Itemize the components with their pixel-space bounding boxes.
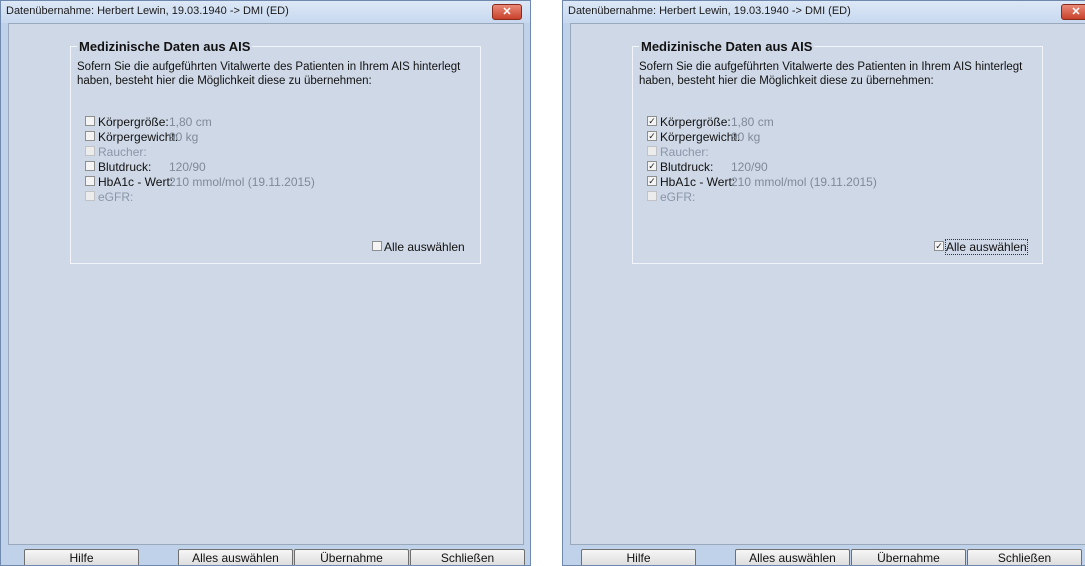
group-description: Sofern Sie die aufgeführten Vitalwerte d… — [77, 61, 461, 87]
smoker-label: Raucher: — [660, 145, 709, 159]
hba1c-checkbox[interactable] — [85, 176, 95, 186]
close-button[interactable]: Schließen — [410, 549, 525, 565]
blood-pressure-label: Blutdruck: — [98, 160, 152, 174]
egfr-checkbox — [647, 191, 657, 201]
blood-pressure-label: Blutdruck: — [660, 160, 714, 174]
select-all-checkbox[interactable] — [372, 241, 382, 251]
height-value: 1,80 cm — [731, 115, 774, 129]
title-bar[interactable]: Datenübernahme: Herbert Lewin, 19.03.194… — [563, 1, 1085, 23]
blood-pressure-value: 120/90 — [731, 160, 768, 174]
height-label: Körpergröße: — [660, 115, 731, 129]
weight-label: Körpergewicht: — [660, 130, 741, 144]
egfr-label: eGFR: — [98, 190, 134, 204]
select-all-option[interactable]: ✓ Alle auswählen — [934, 239, 1032, 255]
help-button[interactable]: Hilfe — [581, 549, 696, 565]
hba1c-label: HbA1c - Wert: — [660, 175, 736, 189]
blood-pressure-checkbox[interactable] — [85, 161, 95, 171]
blood-pressure-checkbox[interactable]: ✓ — [647, 161, 657, 171]
weight-checkbox[interactable] — [85, 131, 95, 141]
smoker-checkbox — [85, 146, 95, 156]
button-bar: Hilfe Alles auswählen Übernahme Schließe… — [563, 547, 1085, 565]
button-bar: Hilfe Alles auswählen Übernahme Schließe… — [1, 547, 530, 565]
group-title: Medizinische Daten aus AIS — [639, 39, 815, 54]
weight-value: 90 kg — [169, 130, 199, 144]
height-value: 1,80 cm — [169, 115, 212, 129]
apply-button[interactable]: Übernahme — [851, 549, 966, 565]
select-all-option[interactable]: Alle auswählen — [372, 240, 470, 254]
weight-label: Körpergewicht: — [98, 130, 179, 144]
egfr-label: eGFR: — [660, 190, 696, 204]
close-button[interactable]: Schließen — [967, 549, 1082, 565]
hba1c-label: HbA1c - Wert: — [98, 175, 174, 189]
hba1c-value: 210 mmol/mol (19.11.2015) — [731, 175, 877, 189]
title-bar[interactable]: Datenübernahme: Herbert Lewin, 19.03.194… — [1, 1, 530, 23]
height-checkbox[interactable] — [85, 116, 95, 126]
height-label: Körpergröße: — [98, 115, 169, 129]
select-all-button[interactable]: Alles auswählen — [735, 549, 850, 565]
medical-data-group: Medizinische Daten aus AIS Sofern Sie di… — [70, 39, 481, 264]
help-button[interactable]: Hilfe — [24, 549, 139, 565]
weight-checkbox[interactable]: ✓ — [647, 131, 657, 141]
window-title: Datenübernahme: Herbert Lewin, 19.03.194… — [568, 5, 851, 17]
height-checkbox[interactable]: ✓ — [647, 116, 657, 126]
medical-data-group: Medizinische Daten aus AIS Sofern Sie di… — [632, 39, 1043, 264]
dialog-window-checked: Datenübernahme: Herbert Lewin, 19.03.194… — [562, 0, 1085, 566]
egfr-checkbox — [85, 191, 95, 201]
apply-button[interactable]: Übernahme — [294, 549, 409, 565]
select-all-label: Alle auswählen — [384, 240, 465, 254]
weight-value: 90 kg — [731, 130, 761, 144]
select-all-label: Alle auswählen — [945, 239, 1028, 255]
group-description: Sofern Sie die aufgeführten Vitalwerte d… — [639, 61, 1023, 87]
smoker-checkbox — [647, 146, 657, 156]
dialog-window-unchecked: Datenübernahme: Herbert Lewin, 19.03.194… — [0, 0, 531, 566]
window-title: Datenübernahme: Herbert Lewin, 19.03.194… — [6, 5, 289, 17]
hba1c-checkbox[interactable]: ✓ — [647, 176, 657, 186]
dialog-client-area: Medizinische Daten aus AIS Sofern Sie di… — [8, 23, 524, 545]
select-all-button[interactable]: Alles auswählen — [178, 549, 293, 565]
hba1c-value: 210 mmol/mol (19.11.2015) — [169, 175, 315, 189]
select-all-checkbox[interactable]: ✓ — [934, 241, 944, 251]
blood-pressure-value: 120/90 — [169, 160, 206, 174]
close-window-button[interactable]: ✕ — [492, 4, 522, 20]
smoker-label: Raucher: — [98, 145, 147, 159]
dialog-client-area: Medizinische Daten aus AIS Sofern Sie di… — [570, 23, 1085, 545]
close-window-button[interactable]: ✕ — [1061, 4, 1085, 20]
group-title: Medizinische Daten aus AIS — [77, 39, 253, 54]
